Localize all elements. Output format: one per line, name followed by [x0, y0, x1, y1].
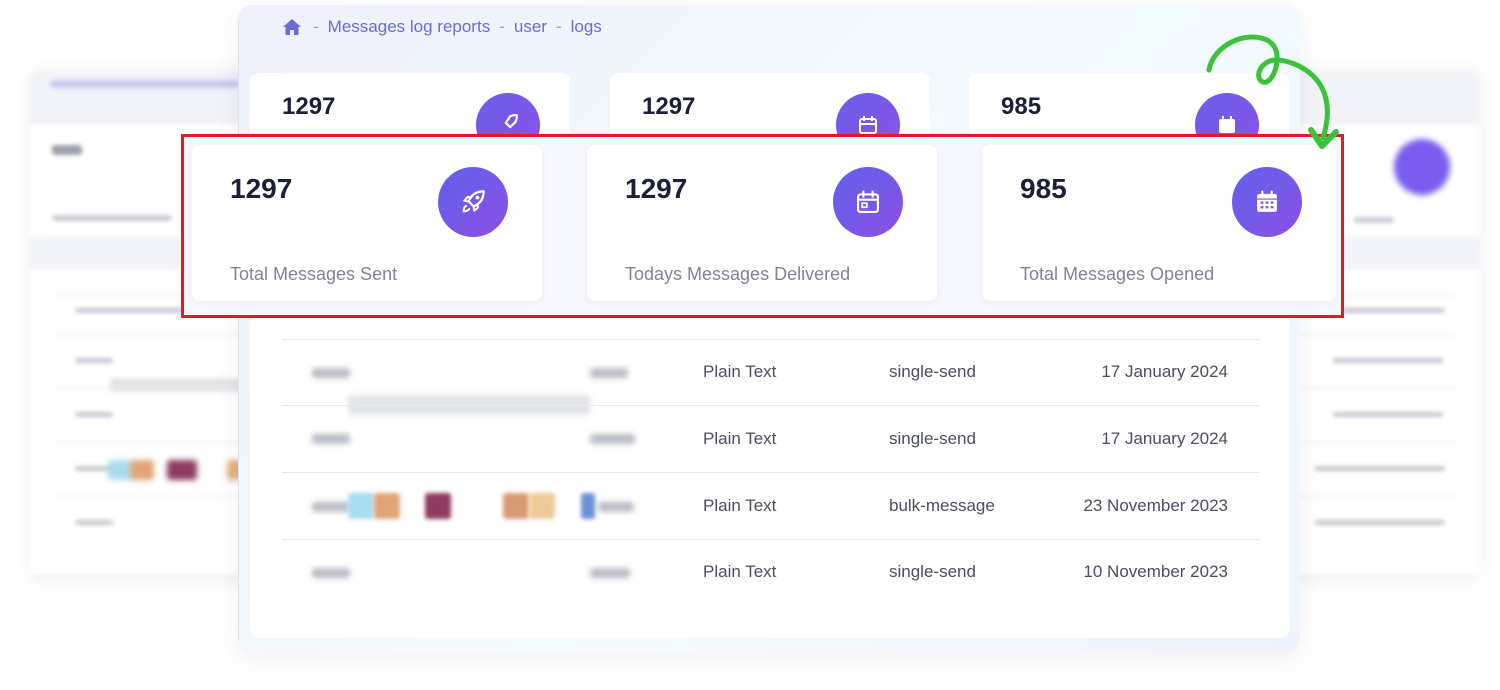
background-card-label [52, 215, 172, 221]
send-mode: single-send [889, 562, 976, 581]
table-divider [282, 405, 1260, 406]
message-type: Plain Text [703, 362, 777, 381]
background-card-value [52, 145, 82, 155]
breadcrumb-separator: - [499, 17, 505, 36]
rocket-icon [438, 167, 508, 237]
blurred-image [374, 493, 400, 519]
stat-label: Todays Messages Delivered [625, 264, 851, 284]
home-icon[interactable] [282, 17, 302, 37]
blurred-id [312, 568, 350, 578]
background-card-label [1354, 217, 1394, 223]
blurred-image [503, 493, 529, 519]
sent-date: 10 November 2023 [1083, 562, 1228, 581]
stat-card-total-sent: 1297 Total Messages Sent [192, 145, 542, 301]
stat-value: 1297 [642, 93, 696, 120]
blurred-id [312, 434, 350, 444]
blurred-id [312, 368, 350, 378]
background-breadcrumb [50, 80, 240, 88]
stat-value: 985 [1020, 173, 1067, 204]
stat-value: 1297 [282, 93, 336, 120]
blurred-recipient [590, 434, 635, 444]
screenshot-stage: - Messages log reports - user - logs 129… [0, 0, 1500, 690]
annotation-arrow-icon [1206, 34, 1339, 149]
blurred-id [312, 502, 350, 512]
table-divider [282, 472, 1260, 473]
highlight-box: 1297 Total Messages Sent 1297 Todays Mes… [181, 134, 1344, 318]
stat-value: 1297 [230, 173, 293, 204]
breadcrumb-separator: - [555, 17, 562, 36]
sent-date: 23 November 2023 [1083, 496, 1228, 515]
table-divider [282, 539, 1260, 540]
stat-label: Total Messages Sent [230, 264, 398, 284]
sent-date: 17 January 2024 [1101, 362, 1228, 381]
breadcrumb-item-logs[interactable]: logs [571, 17, 602, 37]
message-type: Plain Text [703, 562, 777, 581]
table-divider [282, 339, 1260, 340]
stat-card-total-opened: 985 Total Messages Opened [982, 145, 1336, 301]
breadcrumb: - Messages log reports - user - logs [282, 15, 602, 39]
stat-label: Total Messages Opened [1020, 264, 1215, 284]
blurred-recipient [590, 368, 628, 378]
send-mode: single-send [889, 429, 976, 448]
message-type: Plain Text [703, 496, 777, 515]
message-type: Plain Text [703, 429, 777, 448]
blurred-image [425, 493, 451, 519]
calendar-icon [833, 167, 903, 237]
blurred-image [348, 493, 374, 519]
send-mode: bulk-message [889, 496, 995, 515]
stat-value: 985 [1001, 93, 1042, 120]
stat-value: 1297 [625, 173, 688, 204]
calendar-grid-icon [1232, 167, 1302, 237]
blurred-image [529, 493, 555, 519]
blurred-image [581, 493, 595, 519]
blurred-recipient [598, 502, 634, 512]
sent-date: 17 January 2024 [1101, 429, 1228, 448]
breadcrumb-item-messages-log-reports[interactable]: Messages log reports [328, 17, 491, 37]
breadcrumb-separator: - [313, 17, 319, 36]
blurred-recipient [590, 568, 630, 578]
panel-divider [238, 20, 239, 640]
stat-card-todays-delivered: 1297 Todays Messages Delivered [587, 145, 937, 301]
logs-table: Plain Text single-send 17 January 2024 P… [250, 315, 1290, 638]
background-card-icon [1394, 139, 1450, 195]
breadcrumb-item-user[interactable]: user [514, 17, 547, 37]
send-mode: single-send [889, 362, 976, 381]
